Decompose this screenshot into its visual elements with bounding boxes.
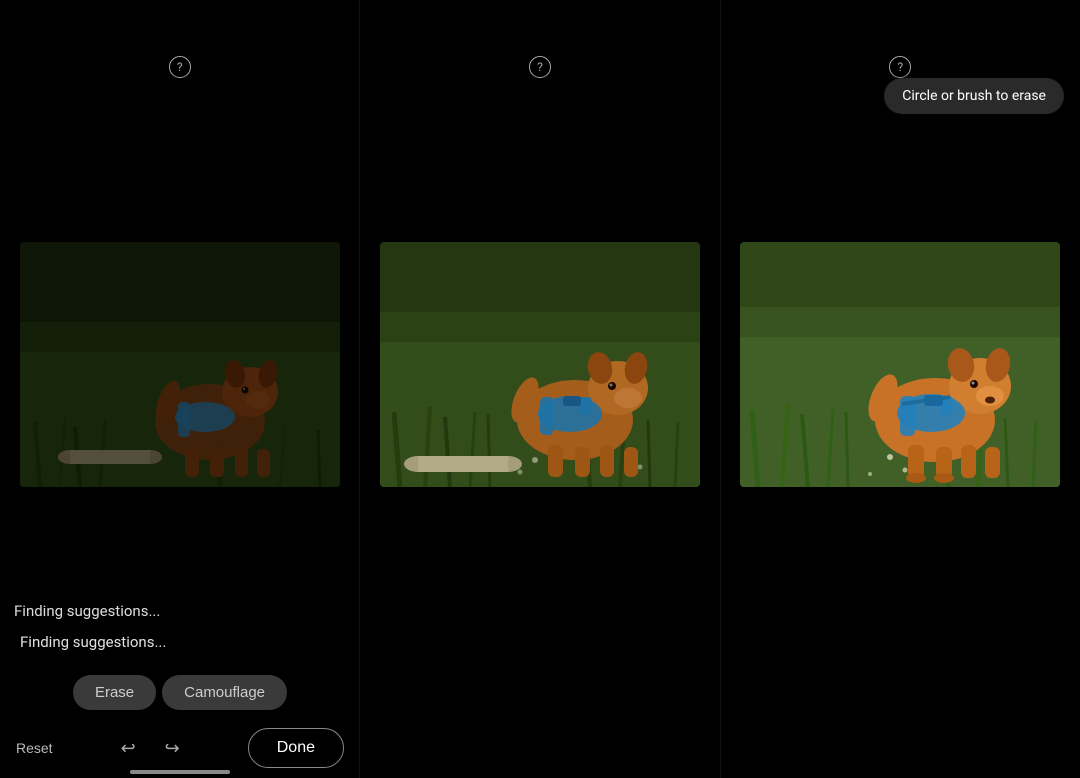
photo-area-2: [360, 110, 719, 618]
photo-dog-scene-2: [380, 242, 700, 487]
photo-dog-scene-3: [740, 242, 1060, 487]
tooltip-text: Circle or brush to erase: [902, 88, 1046, 104]
panels-container: ?: [0, 0, 1080, 778]
photo-frame-3: [740, 242, 1060, 487]
undo-button-1[interactable]: ↩: [110, 730, 146, 766]
photo-frame-1: [20, 242, 340, 487]
help-icon-3[interactable]: ?: [889, 56, 911, 78]
redo-button-1[interactable]: ↪: [154, 730, 190, 766]
icon-group-1: ↩ ↪: [110, 730, 190, 766]
pill-row-1: Erase Camouflage: [73, 675, 287, 710]
photo-area-3: [721, 110, 1080, 618]
done-button-1[interactable]: Done: [248, 728, 344, 768]
panel-2: ?: [360, 0, 720, 778]
photo-dog-scene-1: [20, 242, 340, 487]
panel-3: ? Circle or brush to erase: [721, 0, 1080, 778]
finding-text-1: Finding suggestions...: [20, 633, 166, 651]
tooltip-panel-3: Circle or brush to erase: [884, 78, 1064, 114]
help-icon-1[interactable]: ?: [169, 56, 191, 78]
camouflage-button-1[interactable]: Camouflage: [162, 675, 287, 710]
photo-area-1: [0, 110, 359, 618]
photo-frame-2: [380, 242, 700, 487]
panel-1: ?: [0, 0, 360, 778]
help-icon-2[interactable]: ?: [529, 56, 551, 78]
reset-button-1[interactable]: Reset: [16, 740, 53, 756]
home-indicator-1: [130, 770, 230, 774]
action-row-1: Reset ↩ ↪ Done: [0, 728, 360, 768]
panel-1-controls: Finding suggestions... Erase Camouflage …: [0, 618, 360, 778]
erase-button-1[interactable]: Erase: [73, 675, 156, 710]
